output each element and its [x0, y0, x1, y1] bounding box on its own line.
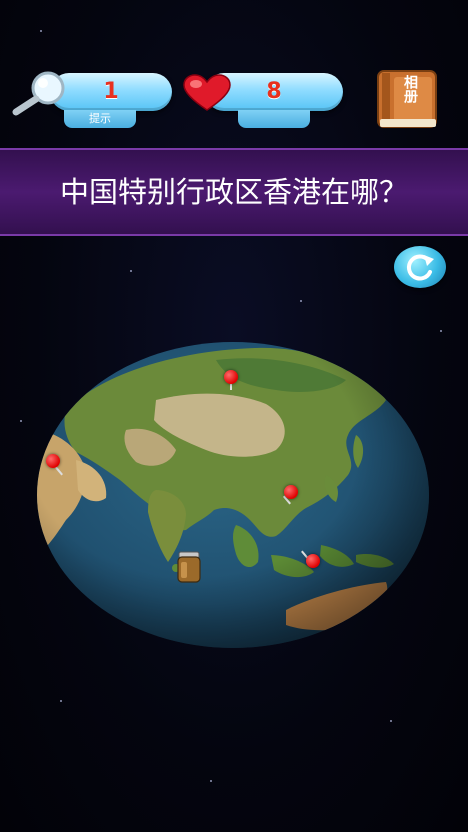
star: [210, 780, 212, 782]
star: [40, 30, 42, 32]
refresh-icon[interactable]: [394, 246, 446, 288]
question-text: 中国特别行政区香港在哪？: [59, 175, 408, 209]
question-bar: 中国特别行政区香港在哪？: [0, 148, 468, 236]
refresh-button[interactable]: [394, 246, 446, 288]
map-pin[interactable]: [306, 554, 320, 568]
heart-icon: [183, 74, 231, 111]
star: [390, 720, 392, 722]
globe-map[interactable]: [36, 340, 431, 650]
magnifier-icon[interactable]: [10, 70, 70, 116]
map-pin[interactable]: [284, 485, 298, 499]
globe[interactable]: [36, 340, 431, 650]
star: [60, 700, 62, 702]
lives-tab: [238, 110, 310, 128]
jar-icon[interactable]: [176, 550, 202, 584]
album-label: 相册: [402, 75, 418, 103]
star: [130, 270, 132, 272]
album-button[interactable]: 相册: [376, 69, 438, 131]
star: [440, 330, 442, 332]
star: [20, 420, 22, 422]
map-pin[interactable]: [46, 454, 60, 468]
map-pin[interactable]: [224, 370, 238, 384]
star: [300, 300, 302, 302]
hint-label[interactable]: 提示: [64, 110, 136, 128]
